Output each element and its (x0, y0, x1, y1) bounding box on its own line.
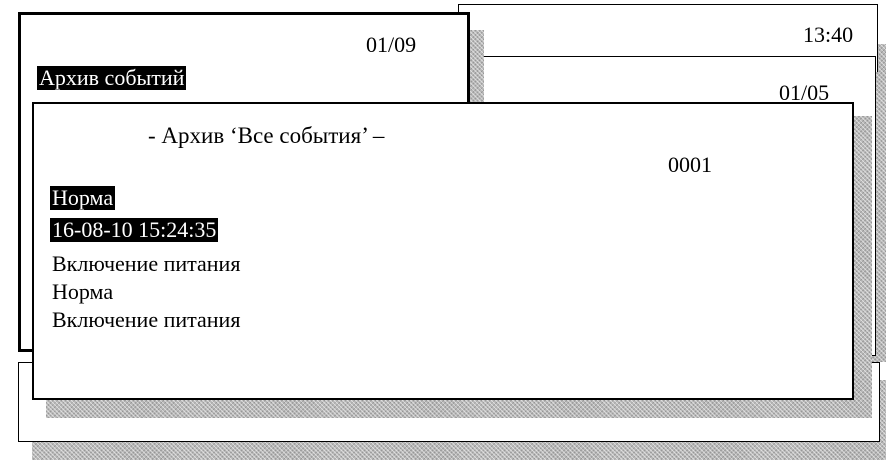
archive-record-number: 0001 (668, 152, 712, 177)
event-line-timestamp[interactable]: 16-08-10 15:24:35 (50, 218, 219, 242)
lcd-screen-illustration: 13:40 01/05 01/09 Архив событий - Архив … (0, 0, 889, 461)
clock-time: 13:40 (803, 22, 854, 47)
event-line-status[interactable]: Норма (50, 186, 116, 210)
archive-dialog: - Архив ‘Все события’ – 0001 Норма 16-08… (32, 102, 854, 400)
archive-dialog-title: - Архив ‘Все события’ – (148, 123, 385, 148)
event-line-normal: Норма (52, 279, 114, 304)
event-line-power-on-2: Включение питания (52, 307, 241, 332)
event-line-power-on: Включение питания (52, 251, 241, 276)
menu-page-counter: 01/09 (366, 32, 417, 57)
menu-item-event-archive[interactable]: Архив событий (37, 66, 187, 90)
